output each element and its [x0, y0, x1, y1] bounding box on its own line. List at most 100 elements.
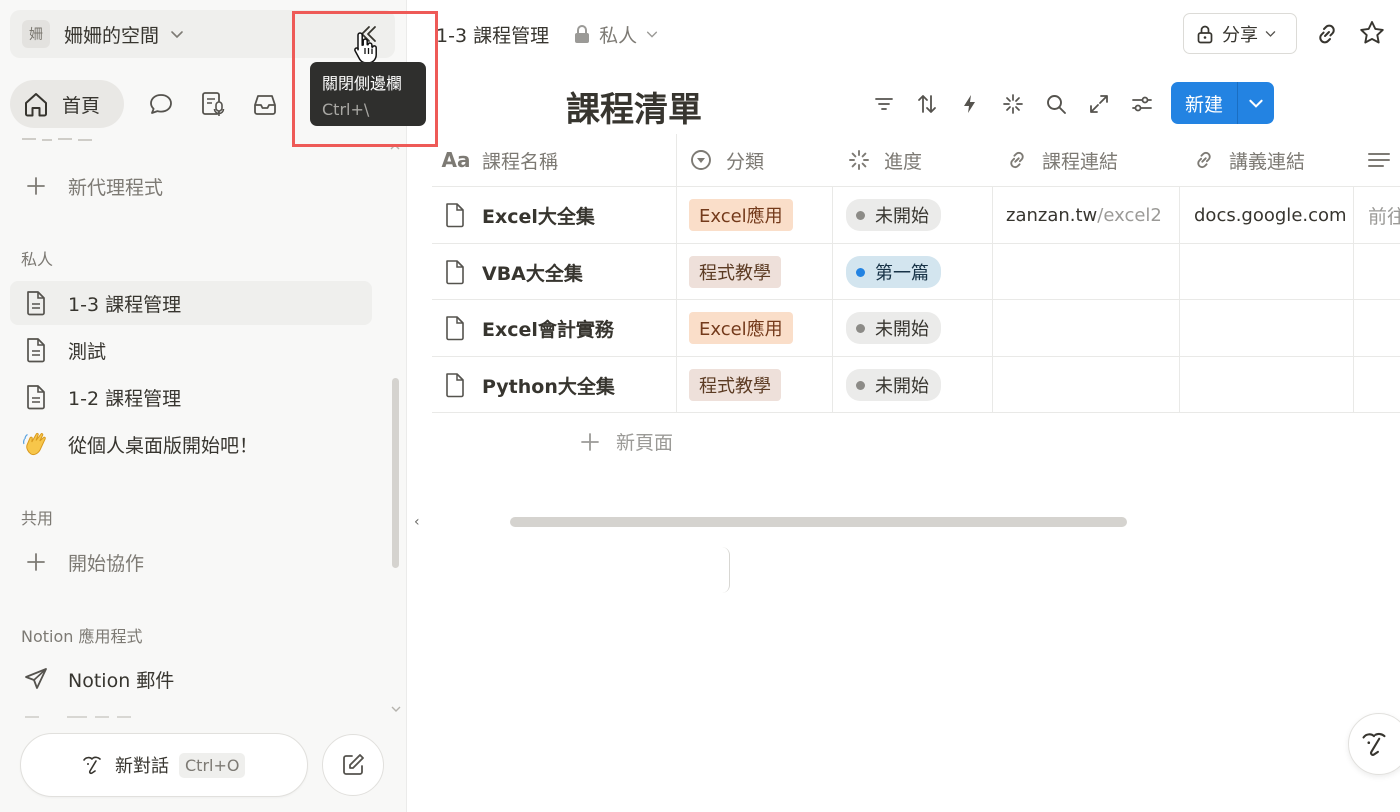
privacy-label[interactable]: 私人 — [599, 21, 637, 48]
chevron-down-icon[interactable] — [645, 27, 659, 41]
sidebar-item-home[interactable]: 首頁 — [10, 80, 124, 128]
page-icon — [444, 314, 470, 342]
new-page-button[interactable]: 新頁面 — [580, 428, 673, 455]
status-badge: 第一篇 — [846, 256, 941, 288]
tooltip-title: 關閉側邊欄 — [322, 74, 403, 93]
table-row-name-cell[interactable]: Excel會計實務 — [432, 300, 676, 356]
new-chat-shortcut: Ctrl+O — [179, 752, 246, 778]
row-name: Excel大全集 — [482, 205, 595, 228]
table-row-name-cell[interactable]: Excel大全集 — [432, 187, 676, 243]
column-header-label: 課程連結 — [1042, 150, 1119, 173]
chat-bubble-icon — [150, 94, 172, 114]
table-row-name-cell[interactable]: VBA大全集 — [432, 244, 676, 300]
paper-plane-icon — [22, 665, 50, 693]
table-row-status-cell[interactable]: 未開始 — [846, 187, 941, 243]
sidebar-item-label: 從個人桌面版開始吧！ — [68, 434, 259, 457]
link-icon — [1004, 147, 1030, 173]
lightning-icon — [964, 95, 975, 113]
sidebar-item-course-management-1-2[interactable]: 1-2 課程管理 — [10, 375, 372, 419]
sidebar-scrollbar[interactable] — [392, 378, 399, 568]
scroll-up-arrow-icon[interactable] — [390, 143, 400, 151]
table-row-clipped-cell[interactable]: 前往 — [1368, 187, 1400, 243]
inbox-button[interactable] — [250, 89, 280, 119]
status-badge: 未開始 — [846, 369, 941, 401]
breadcrumb-page-title[interactable]: 1-3 課程管理 — [436, 21, 549, 48]
expand-button[interactable] — [1085, 90, 1113, 118]
automation-button[interactable] — [956, 90, 984, 118]
compose-icon — [343, 754, 364, 775]
sparkle-icon — [1003, 94, 1023, 114]
clipped-sidebar-item — [25, 716, 131, 718]
sidebar-item-course-management-1-3[interactable]: 1-3 課程管理 — [10, 281, 372, 325]
plus-icon — [22, 172, 50, 200]
block-bracket — [718, 547, 730, 593]
favorite-star-icon[interactable] — [1358, 19, 1386, 47]
status-dot — [856, 267, 865, 277]
table-row-category-cell[interactable]: 程式教學 — [689, 357, 781, 413]
breadcrumb: 1-3 課程管理 私人 — [436, 20, 659, 48]
search-icon — [1047, 95, 1066, 114]
start-collaboration-button[interactable]: 開始協作 — [10, 540, 372, 584]
table-row-category-cell[interactable]: 程式教學 — [689, 244, 781, 300]
database-title[interactable]: 課程清單 — [566, 82, 702, 131]
table-row-status-cell[interactable]: 未開始 — [846, 357, 941, 413]
course-link[interactable]: zanzan.tw/excel2 — [1006, 205, 1162, 226]
sidebar-item-getting-started[interactable]: 從個人桌面版開始吧！ — [10, 422, 372, 466]
ai-autofill-button[interactable] — [999, 90, 1027, 118]
column-header-clipped[interactable] — [1365, 134, 1400, 186]
compose-button[interactable] — [322, 734, 384, 796]
filter-icon — [875, 98, 893, 110]
column-header-course-link[interactable]: 課程連結 — [1004, 134, 1118, 186]
handout-link[interactable]: docs.google.com — [1194, 205, 1347, 226]
chevron-left-icon[interactable]: ‹ — [414, 514, 420, 530]
column-header-category[interactable]: 分類 — [688, 134, 764, 186]
share-label: 分享 — [1222, 24, 1258, 46]
table-row-course-link-cell[interactable]: zanzan.tw/excel2 — [1006, 187, 1170, 243]
search-button[interactable] — [1042, 90, 1070, 118]
category-tag: Excel應用 — [689, 199, 793, 231]
filter-button[interactable] — [870, 90, 898, 118]
table-horizontal-scrollbar[interactable] — [510, 517, 1127, 527]
workspace-switcher[interactable]: 姍 姍姍的空間 — [10, 10, 395, 58]
category-tag: 程式教學 — [689, 256, 781, 288]
sliders-icon — [1132, 96, 1152, 112]
course-link-domain: zanzan.tw — [1006, 204, 1098, 226]
status-dot — [856, 323, 865, 333]
share-button[interactable]: 分享 — [1183, 13, 1297, 54]
ai-face-icon — [83, 756, 101, 775]
column-header-status[interactable]: 進度 — [846, 134, 922, 186]
sort-icon — [918, 95, 936, 113]
table-row-name-cell[interactable]: Python大全集 — [432, 357, 676, 413]
private-section-label: 私人 — [21, 250, 54, 269]
view-settings-button[interactable] — [1128, 90, 1156, 118]
sidebar-item-label: Notion 郵件 — [68, 669, 175, 692]
inbox-icon — [254, 95, 276, 115]
row-name: VBA大全集 — [482, 262, 583, 285]
column-header-handout-link[interactable]: 講義連結 — [1191, 134, 1305, 186]
sidebar-item-test[interactable]: 測試 — [10, 328, 372, 372]
scroll-down-arrow-icon[interactable] — [391, 705, 401, 713]
sort-button[interactable] — [913, 90, 941, 118]
row-name: Python大全集 — [482, 375, 615, 398]
home-icon — [25, 93, 47, 117]
sidebar-bottom-bar: 新對話 Ctrl+O — [20, 733, 384, 797]
table-row-category-cell[interactable]: Excel應用 — [689, 187, 793, 243]
column-header-name[interactable]: Aa 課程名稱 — [442, 134, 559, 186]
column-header-label: 進度 — [884, 150, 923, 173]
meeting-notes-button[interactable] — [198, 89, 228, 119]
new-record-button[interactable]: 新建 — [1171, 82, 1274, 124]
table-row-status-cell[interactable]: 第一篇 — [846, 244, 941, 300]
new-page-label: 新頁面 — [616, 432, 674, 454]
ai-assistant-button[interactable] — [1348, 713, 1400, 775]
copy-link-icon[interactable] — [1313, 20, 1341, 48]
chat-button[interactable] — [146, 89, 176, 119]
table-row-handout-link-cell[interactable]: docs.google.com — [1194, 187, 1356, 243]
new-chat-button[interactable]: 新對話 Ctrl+O — [20, 733, 308, 797]
tooltip-shortcut: Ctrl+\ — [322, 100, 370, 119]
sidebar-item-notion-mail[interactable]: Notion 郵件 — [10, 657, 372, 701]
clipped-cell-text: 前往 — [1368, 205, 1400, 228]
new-dropdown-button[interactable] — [1238, 94, 1274, 112]
new-agent-button[interactable]: 新代理程式 — [10, 164, 372, 208]
table-row-status-cell[interactable]: 未開始 — [846, 300, 941, 356]
table-row-category-cell[interactable]: Excel應用 — [689, 300, 793, 356]
